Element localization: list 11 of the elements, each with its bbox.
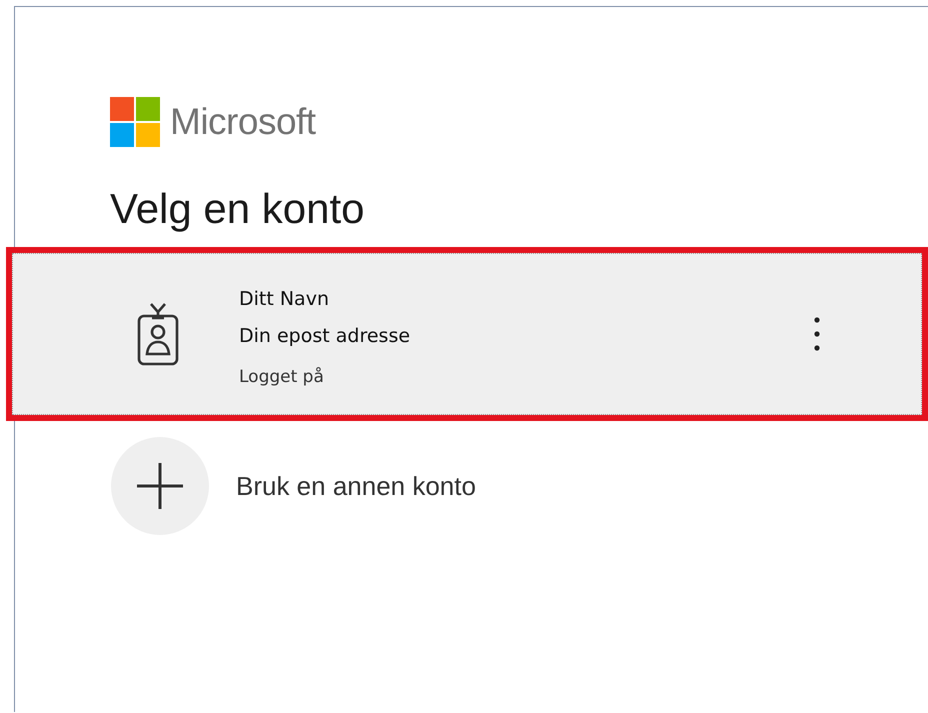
logo-icon: [110, 97, 160, 147]
add-account-link[interactable]: Bruk en annen konto: [236, 470, 476, 502]
id-badge-icon: [135, 302, 181, 366]
brand-name: Microsoft: [170, 101, 316, 143]
more-options-icon[interactable]: [813, 316, 821, 352]
account-status: Logget på: [239, 367, 325, 387]
plus-icon: [134, 460, 186, 512]
account-email: Din epost adresse: [239, 324, 410, 349]
account-tile[interactable]: Ditt Navn Din epost adresse Logget på: [12, 253, 922, 415]
page-title: Velg en konto: [110, 185, 366, 233]
account-name: Ditt Navn: [239, 287, 330, 312]
